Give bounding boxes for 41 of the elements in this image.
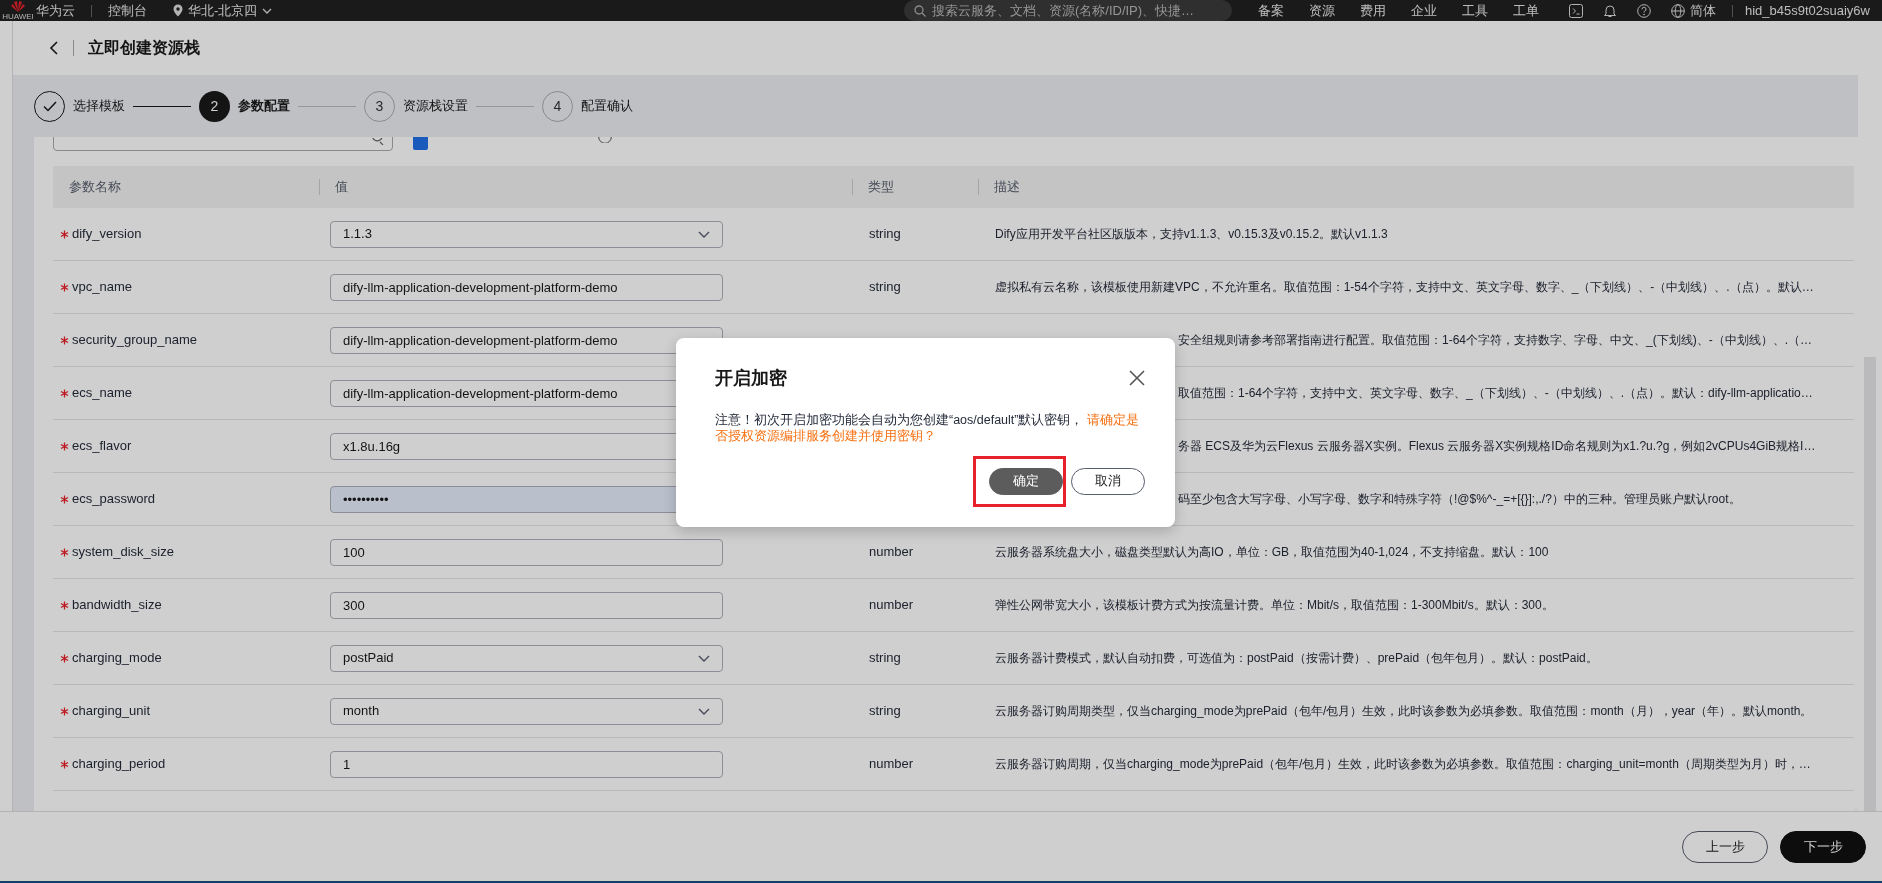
parameter-name: charging_unit [72,702,151,721]
description-text: 虚拟私有云名称，该模板使用新建VPC，不允许重名。取值范围：1-54个字符，支持中文、英文字母、数字、_（下划线）、-（中划线）、.（点）。默认… [995,280,1814,294]
parameter-name: ecs_flavor [72,437,132,456]
column-header: 值 [335,178,348,197]
page-title: 立即创建资源栈 [88,38,200,58]
parameter-name: ecs_name [72,384,132,403]
type-text: string [869,279,901,295]
parameter-name: dify_version [72,225,142,244]
description-text: 云服务器订购周期类型，仅当charging_mode为prePaid（包年/包月）生效，此时该参数为必填参数。取值范围：month（月），year（年）。默认month。 [995,704,1813,718]
parameter-name: charging_mode [72,649,162,668]
type-text: string [869,703,901,719]
parameter-name: charging_period [72,755,166,774]
parameter-name: vpc_name [72,278,132,297]
description-text: 云服务器订购周期，仅当charging_mode为prePaid（包年/包月）生效，此时该参数为必填参数。取值范围：charging_unit=month（周期类型为月）时，… [995,757,1811,771]
type-text: number [869,597,914,613]
step-label: 选择模板 [73,97,125,116]
logo-text: HUAWEI [2,12,34,21]
description-text: 云服务器系统盘大小，磁盘类型默认为高IO，单位：GB，取值范围为40-1,024，不支持缩盘。默认：100 [995,545,1549,559]
column-header: 类型 [868,178,894,197]
column-header: 描述 [994,178,1020,197]
description-text: 取值范围：1-64个字符，支持中文、英文字母、数字、_（下划线）、-（中划线）、.（点）。默认：dify-llm-applicatio… [1178,386,1813,400]
type-text: number [869,544,914,560]
type-text: string [869,650,901,666]
description-text: 云服务器计费模式，默认自动扣费，可选值为：postPaid（按需计费）、prePaid（包年包月）。默认：postPaid。 [995,651,1598,665]
column-header: 参数名称 [69,178,121,197]
brand-name: 华为云 [36,1,75,20]
step-label: 配置确认 [581,97,633,116]
parameter-name: security_group_name [72,331,198,350]
description-text: 弹性公网带宽大小，该模板计费方式为按流量计费。单位：Mbit/s，取值范围：1-300Mbit/s。默认：300。 [995,598,1554,612]
description-text: 安全组规则请参考部署指南进行配置。取值范围：1-64个字符，支持数字、字母、中文、_(下划线)、-（中划线）、.（… [1178,333,1812,347]
parameter-name: bandwidth_size [72,596,162,615]
description-text: 码至少包含大写字母、小写字母、数字和特殊字符（!@$%^-_=+[{}]:,./?）中的三种。管理员账户默认root。 [1178,492,1741,506]
parameter-name: ecs_password [72,490,156,509]
type-text: number [869,756,914,772]
description-text: 务器 ECS及华为云Flexus 云服务器X实例。Flexus 云服务器X实例规格ID命名规则为x1.?u.?g，例如2vCPUs4GiB规格I… [1178,439,1816,453]
step-indicator: 2 [199,90,230,122]
step-label: 资源栈设置 [403,97,468,116]
step-label: 参数配置 [238,97,290,116]
description-text: Dify应用开发平台社区版版本，支持v1.1.3、v0.15.3及v0.15.2。默认v1.1.3 [995,227,1388,241]
parameter-name: system_disk_size [72,543,174,562]
type-text: string [869,226,901,242]
